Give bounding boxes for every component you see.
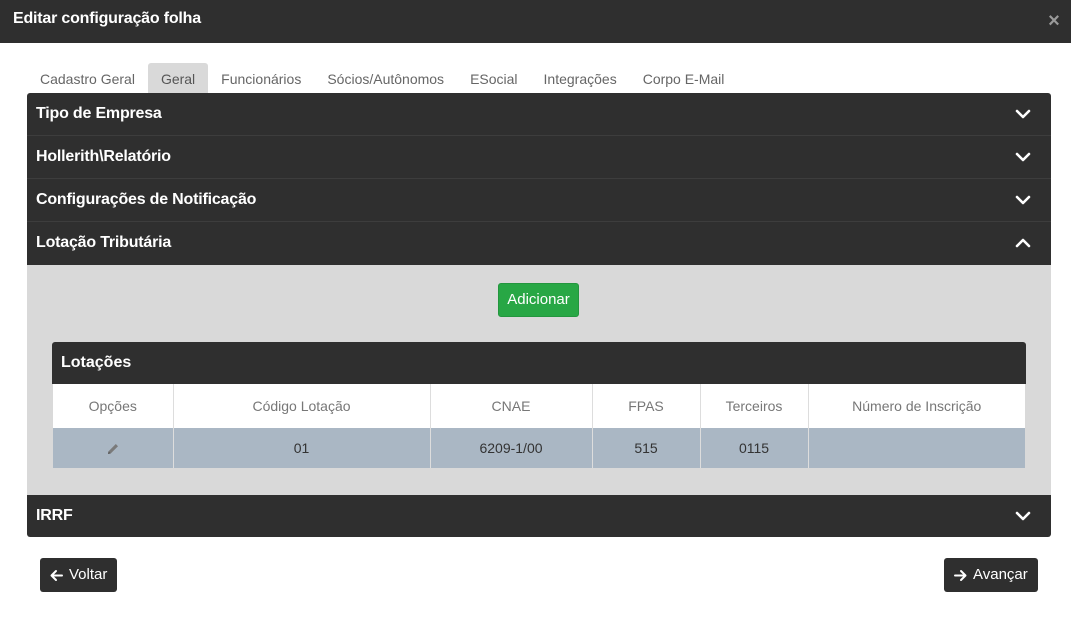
section-header-notificacao[interactable]: Configurações de Notificação bbox=[27, 179, 1051, 222]
lotacoes-panel: Lotações Opções Código Lotação CNAE FPAS… bbox=[52, 342, 1026, 468]
tab-funcionarios[interactable]: Funcionários bbox=[208, 63, 314, 93]
inscricao-cell bbox=[808, 428, 1025, 468]
add-button[interactable]: Adicionar bbox=[498, 283, 579, 317]
tab-integracoes[interactable]: Integrações bbox=[531, 63, 630, 93]
accordion: Tipo de Empresa Hollerith\Relatório Conf… bbox=[27, 93, 1051, 537]
table-header-row: Opções Código Lotação CNAE FPAS Terceiro… bbox=[53, 384, 1025, 428]
tab-socios-autonomos[interactable]: Sócios/Autônomos bbox=[314, 63, 457, 93]
modal-title: Editar configuração folha bbox=[13, 10, 201, 27]
arrow-right-icon bbox=[954, 569, 967, 581]
next-button[interactable]: Avançar bbox=[944, 558, 1038, 592]
section-header-irrf[interactable]: IRRF bbox=[27, 495, 1051, 537]
close-button[interactable]: × bbox=[1045, 11, 1063, 31]
tab-cadastro-geral[interactable]: Cadastro Geral bbox=[27, 63, 148, 93]
section-header-hollerith[interactable]: Hollerith\Relatório bbox=[27, 136, 1051, 179]
chevron-up-icon bbox=[1015, 238, 1031, 248]
section-body-lotacao: Adicionar Lotações Opções Código Lotação… bbox=[27, 265, 1051, 495]
tab-corpo-email[interactable]: Corpo E-Mail bbox=[630, 63, 738, 93]
section-title: Lotação Tributária bbox=[36, 234, 172, 251]
chevron-down-icon bbox=[1015, 109, 1031, 119]
cnae-cell: 6209-1/00 bbox=[430, 428, 593, 468]
back-button[interactable]: Voltar bbox=[40, 558, 117, 592]
chevron-down-icon bbox=[1015, 195, 1031, 205]
chevron-down-icon bbox=[1015, 152, 1031, 162]
column-header: FPAS bbox=[592, 384, 701, 428]
section-header-tipo-empresa[interactable]: Tipo de Empresa bbox=[27, 93, 1051, 136]
section-title: Tipo de Empresa bbox=[36, 105, 162, 122]
terceiros-cell: 0115 bbox=[700, 428, 809, 468]
column-header: Número de Inscrição bbox=[852, 398, 982, 414]
tab-geral[interactable]: Geral bbox=[147, 63, 209, 93]
modal-header: Editar configuração folha × bbox=[0, 0, 1071, 43]
options-cell bbox=[53, 428, 174, 468]
panel-header: Lotações bbox=[52, 342, 1026, 384]
section-header-lotacao[interactable]: Lotação Tributária bbox=[27, 222, 1051, 265]
fpas-cell: 515 bbox=[592, 428, 701, 468]
column-header: CNAE bbox=[430, 384, 593, 428]
panel-title: Lotações bbox=[61, 354, 132, 371]
chevron-down-icon bbox=[1015, 511, 1031, 521]
column-header: Opções bbox=[53, 384, 174, 428]
arrow-left-icon bbox=[50, 569, 63, 581]
tab-esocial[interactable]: ESocial bbox=[457, 63, 530, 93]
section-title: Hollerith\Relatório bbox=[36, 148, 171, 165]
next-label: Avançar bbox=[973, 566, 1028, 583]
section-title: Configurações de Notificação bbox=[36, 191, 257, 208]
column-header: Terceiros bbox=[700, 384, 809, 428]
tab-bar: Cadastro Geral Geral Funcionários Sócios… bbox=[27, 63, 737, 93]
section-title: IRRF bbox=[36, 507, 73, 524]
column-header: Código Lotação bbox=[173, 384, 431, 428]
codigo-cell: 01 bbox=[173, 428, 431, 468]
back-label: Voltar bbox=[69, 566, 108, 583]
lotacoes-table: Opções Código Lotação CNAE FPAS Terceiro… bbox=[53, 384, 1025, 468]
table-row[interactable]: 01 6209-1/00 515 0115 bbox=[53, 428, 1025, 468]
pencil-icon[interactable] bbox=[105, 441, 121, 457]
